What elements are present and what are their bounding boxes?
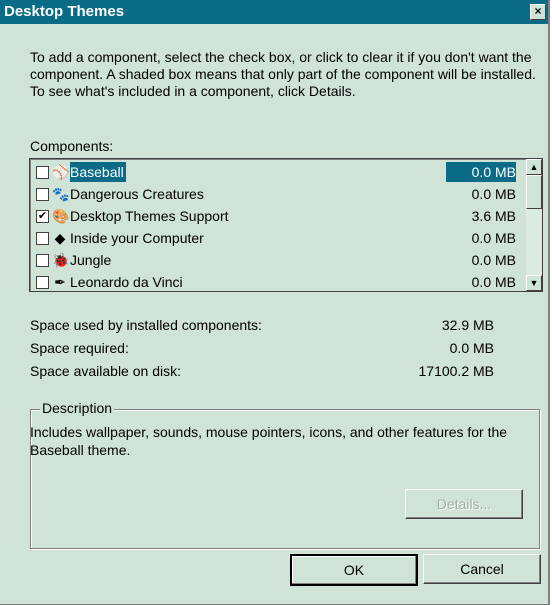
component-checkbox[interactable] [36,254,49,267]
space-used-label: Space used by installed components: [30,317,262,333]
space-required-value: 0.0 MB [449,340,494,356]
component-size: 0.0 MB [471,252,516,268]
space-used-value: 32.9 MB [441,317,494,333]
close-icon: × [534,4,542,18]
baseball-icon: ⚾ [52,164,70,180]
space-required-row: Space required: 0.0 MB [30,340,510,358]
component-row[interactable]: 🐾 Dangerous Creatures 0.0 MB [32,183,524,205]
cancel-button[interactable]: Cancel [423,554,541,584]
component-name: Inside your Computer [70,230,204,246]
scroll-up-icon: ▲ [529,162,539,172]
components-list: ⚾ Baseball 0.0 MB 🐾 Dangerous Creatures 0.0 M… [32,161,524,291]
component-name: Jungle [70,252,112,268]
component-checkbox[interactable] [36,232,49,245]
themes-support-icon: 🎨 [52,208,70,224]
jungle-icon: 🐞 [52,252,70,268]
description-text: Includes wallpaper, sounds, mouse pointe… [30,424,508,458]
components-label: Components: [30,138,114,154]
description-title: Description [40,400,115,416]
component-checkbox[interactable]: ✔ [36,210,49,223]
creatures-icon: 🐾 [52,186,70,202]
component-size: 0.0 MB [471,274,516,290]
title-bar[interactable]: Desktop Themes × [0,0,548,24]
component-name: Baseball [70,162,126,182]
desktop-themes-dialog: Desktop Themes × To add a component, sel… [0,0,550,605]
component-row[interactable]: ◆ Inside your Computer 0.0 MB [32,227,524,249]
component-row[interactable]: ⚾ Baseball 0.0 MB [32,161,524,183]
components-listbox[interactable]: ⚾ Baseball 0.0 MB 🐾 Dangerous Creatures 0.0 M… [29,158,543,292]
component-size: 0.0 MB [446,162,516,182]
component-name: Dangerous Creatures [70,186,204,202]
leonardo-icon: ✒ [54,274,66,290]
computer-icon: ◆ [54,230,66,246]
component-row[interactable]: 🐞 Jungle 0.0 MB [32,249,524,271]
instructions-text: To add a component, select the check box… [30,49,536,99]
close-button[interactable]: × [530,4,546,20]
component-size: 3.6 MB [471,208,516,224]
component-name: Leonardo da Vinci [70,274,183,290]
scroll-down-button[interactable]: ▼ [526,275,542,291]
component-checkbox[interactable] [36,188,49,201]
space-available-row: Space available on disk: 17100.2 MB [30,363,510,381]
vertical-scrollbar[interactable]: ▲ ▼ [526,159,542,291]
scroll-up-button[interactable]: ▲ [526,159,542,175]
space-available-value: 17100.2 MB [418,363,495,379]
component-row[interactable]: ✒ Leonardo da Vinci 0.0 MB [32,271,524,291]
scroll-thumb[interactable] [526,175,542,209]
component-name: Desktop Themes Support [70,208,229,224]
details-button[interactable]: Details... [405,489,523,519]
component-checkbox[interactable] [36,276,49,289]
space-available-label: Space available on disk: [30,363,181,379]
space-required-label: Space required: [30,340,129,356]
component-size: 0.0 MB [471,186,516,202]
window-title: Desktop Themes [4,3,125,20]
component-checkbox[interactable] [36,166,49,179]
scroll-down-icon: ▼ [529,278,539,288]
component-row[interactable]: ✔ 🎨 Desktop Themes Support 3.6 MB [32,205,524,227]
space-used-row: Space used by installed components: 32.9… [30,317,510,335]
ok-button[interactable]: OK [290,554,418,586]
component-size: 0.0 MB [471,230,516,246]
